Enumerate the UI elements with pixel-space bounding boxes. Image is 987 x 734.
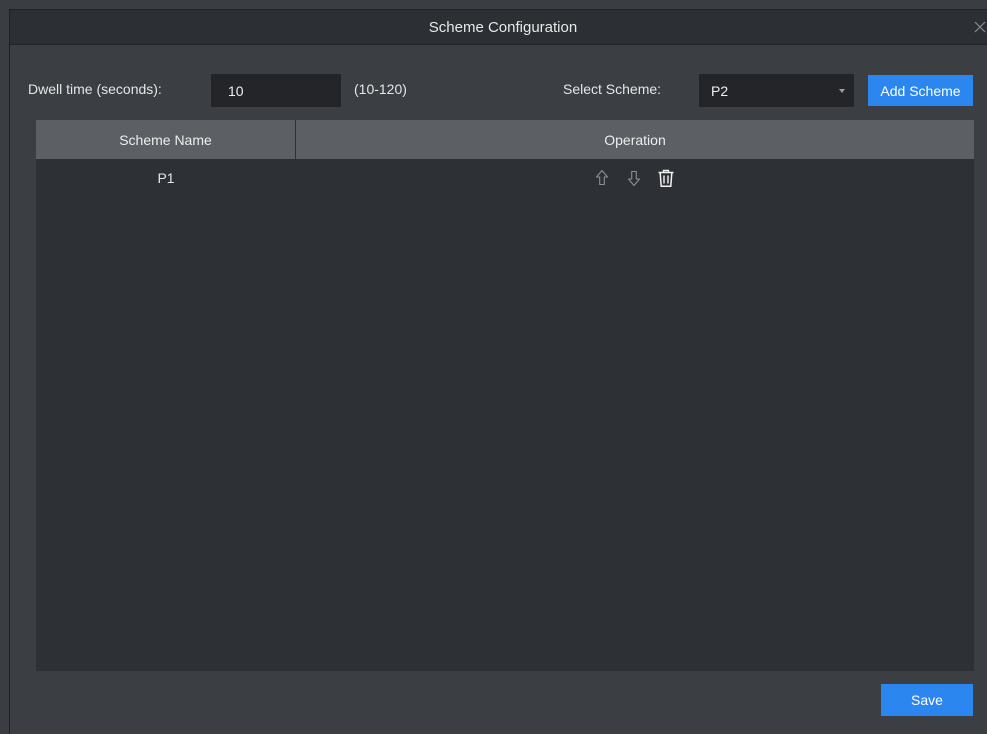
- toolbar: Dwell time (seconds): (10-120) Select Sc…: [10, 74, 987, 107]
- scheme-select[interactable]: P2: [699, 74, 854, 107]
- dwell-time-label: Dwell time (seconds):: [28, 81, 162, 97]
- operation-cell: [296, 159, 974, 197]
- dwell-range-hint: (10-120): [354, 81, 407, 97]
- dwell-time-input[interactable]: [211, 74, 341, 107]
- close-icon[interactable]: [972, 19, 987, 35]
- chevron-down-icon: [839, 89, 845, 93]
- move-down-icon[interactable]: [624, 168, 644, 188]
- scheme-configuration-dialog: Scheme Configuration Dwell time (seconds…: [9, 9, 987, 734]
- move-up-icon[interactable]: [592, 168, 612, 188]
- add-scheme-button[interactable]: Add Scheme: [868, 75, 973, 106]
- scheme-select-value: P2: [711, 82, 729, 99]
- select-scheme-label: Select Scheme:: [563, 81, 662, 97]
- table-header: Scheme Name Operation: [36, 120, 974, 159]
- delete-icon[interactable]: [656, 168, 676, 188]
- title-bar: Scheme Configuration: [10, 10, 987, 45]
- scheme-table: Scheme Name Operation P1: [36, 120, 974, 671]
- dialog-title: Scheme Configuration: [428, 18, 578, 36]
- column-header-scheme-name: Scheme Name: [36, 120, 296, 159]
- table-row: P1: [36, 159, 974, 197]
- scheme-name-cell: P1: [157, 170, 175, 186]
- column-header-operation: Operation: [604, 131, 666, 148]
- save-button[interactable]: Save: [881, 684, 973, 716]
